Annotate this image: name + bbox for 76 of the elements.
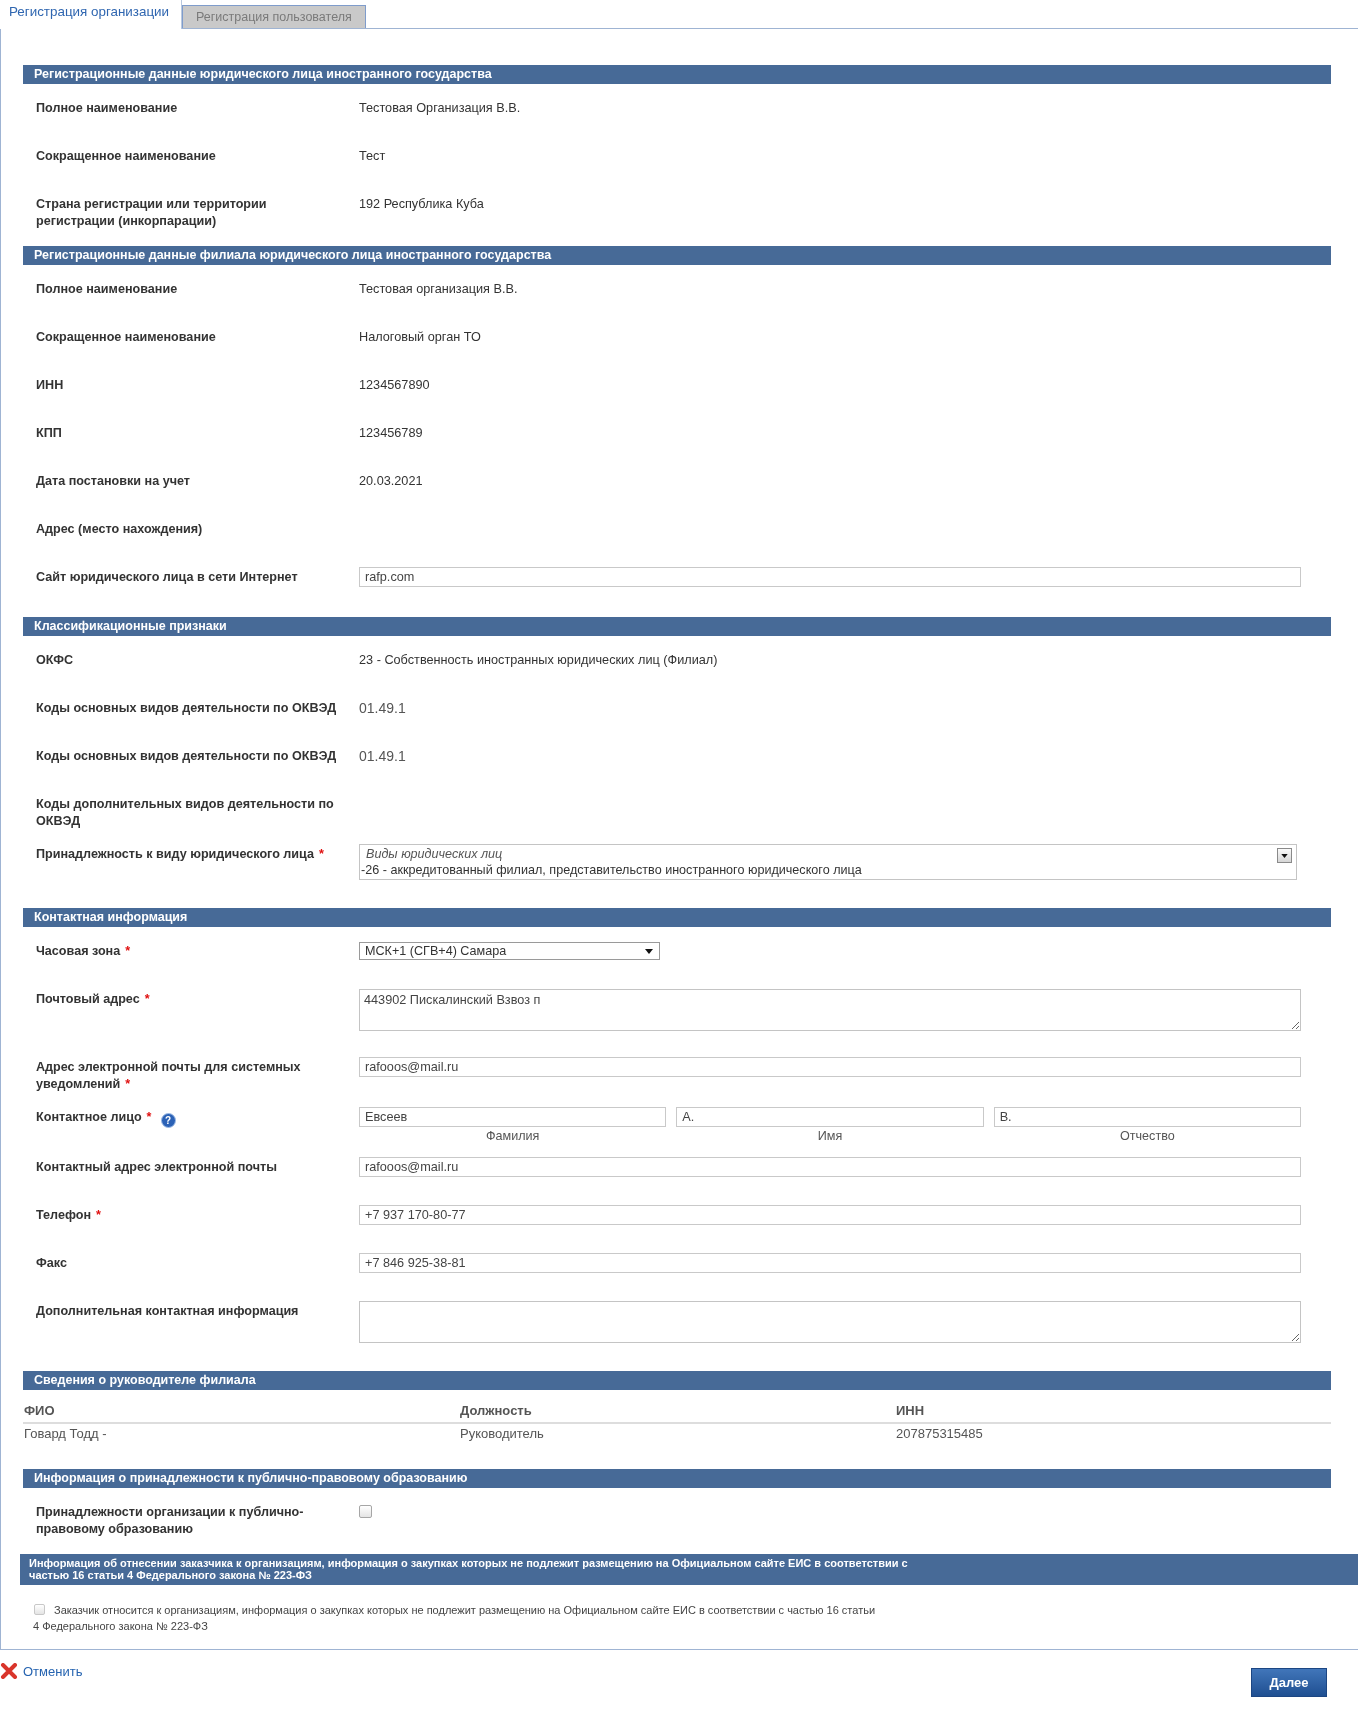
field-label: Почтовый адрес * (36, 992, 150, 1006)
help-icon[interactable]: ? (160, 1113, 176, 1128)
selected-option[interactable]: -26 - аккредитованный филиал, представительство иностранного юридического лица (361, 862, 862, 878)
checkbox-option[interactable]: Заказчик относится к организациям, информация о закупках которых не подлежит размещению на Официальном сайте ЕИС в соответствии с частью 16 статьи 4 Федерального закона № 223-ФЗ (33, 1602, 882, 1634)
field-caption: Фамилия (485, 1129, 540, 1143)
field-label: КПП (36, 426, 62, 440)
field-value: Тестовая организация В.В. (359, 281, 519, 298)
field-label: Сокращенное наименование (36, 149, 216, 163)
tab[interactable]: Регистрация организации (0, 0, 183, 29)
input-field[interactable]: В. (993, 1107, 1301, 1127)
input-field[interactable]: А. (676, 1107, 984, 1127)
field-label: ОКФС (36, 653, 74, 667)
field-label: Принадлежности организации к публично-правовому образованию (36, 1505, 304, 1536)
field-value: 192 Республика Куба (359, 196, 485, 213)
field-label: Часовая зона * (36, 944, 131, 958)
cancel-link[interactable]: Отменить (0, 1663, 83, 1679)
field-value: 123456789 (359, 425, 424, 442)
field-label: Контактное лицо * (36, 1110, 152, 1124)
select-title: Виды юридических лиц (365, 846, 503, 862)
field-label: Коды основных видов деятельности по ОКВЭД (36, 749, 337, 763)
dropdown[interactable]: МСК+1 (СГВ+4) Самара (359, 942, 660, 960)
field-label: Дата постановки на учет (36, 474, 190, 488)
field-value: 1234567890 (359, 377, 431, 394)
input-field[interactable]: +7 937 170-80-77 (359, 1205, 1301, 1225)
next-button[interactable]: Далее (1251, 1668, 1327, 1697)
section-header: Контактная информация (23, 908, 1331, 927)
input-field[interactable]: rafp.com (359, 567, 1301, 587)
dropdown-button[interactable] (1277, 848, 1292, 863)
field-value: Тест (359, 148, 387, 165)
checkbox[interactable] (359, 1505, 372, 1518)
field-label: Факс (36, 1256, 67, 1270)
multi-select-field[interactable]: Виды юридических лиц -26 - аккредитованный филиал, представительство иностранного юридического лица (359, 844, 1297, 880)
field-label: Телефон * (36, 1208, 101, 1222)
field-label: Принадлежность к виду юридического лица * (36, 847, 324, 861)
text-area[interactable] (359, 1301, 1301, 1343)
field-label: Полное наименование (36, 101, 178, 115)
table-cell-text: Руководитель (459, 1425, 545, 1443)
field-label: Коды основных видов деятельности по ОКВЭД (36, 701, 337, 715)
input-field[interactable]: Евсеев (359, 1107, 667, 1127)
section-header: Сведения о руководителе филиала (23, 1371, 1331, 1390)
input-field[interactable]: rafooos@mail.ru (359, 1057, 1301, 1077)
section-header: Регистрационные данные юридического лица иностранного государства (23, 65, 1331, 84)
caret-icon (1281, 853, 1288, 858)
section-header: Информация о принадлежности к публично-правовому образованию (23, 1469, 1331, 1488)
table-cell-text: Говард Тодд - (23, 1425, 108, 1443)
column-header: ФИО (23, 1397, 459, 1424)
column-header: ИНН (895, 1397, 1331, 1424)
field-label: Адрес электронной почты для системных уведомлений * (36, 1060, 301, 1091)
input-field[interactable]: +7 846 925-38-81 (359, 1253, 1301, 1273)
field-label: Дополнительная контактная информация (36, 1304, 299, 1318)
text-area[interactable]: 443902 Пискалинский Взвоз п (359, 989, 1301, 1031)
column-header: Должность (459, 1397, 895, 1424)
field-label: Коды дополнительных видов деятельности по ОКВЭД (36, 797, 334, 828)
field-label: ИНН (36, 378, 64, 392)
caret-icon (645, 948, 653, 954)
input-field[interactable]: rafooos@mail.ru (359, 1157, 1301, 1177)
section-header: Классификационные признаки (23, 617, 1331, 636)
field-value: 01.49.1 (359, 748, 407, 765)
table-cell-text: 207875315485 (895, 1425, 984, 1443)
section-header: Информация об отнесении заказчика к организациям, информация о закупках которых не подлежит размещению на Официальном сайте ЕИС в соответствии с частью 16 статьи 4 Федерального закона № 223-ФЗ (20, 1554, 1358, 1585)
field-label: Страна регистрации или территории регистрации (инкорпарации) (36, 197, 267, 228)
field-value: Налоговый орган ТО (359, 329, 482, 346)
field-caption: Имя (817, 1129, 843, 1143)
field-label: Сайт юридического лица в сети Интернет (36, 570, 298, 584)
field-label: Контактный адрес электронной почты (36, 1160, 277, 1174)
checkbox[interactable] (34, 1604, 45, 1615)
field-label: Сокращенное наименование (36, 330, 216, 344)
field-value: 20.03.2021 (359, 473, 424, 490)
section-header: Регистрационные данные филиала юридического лица иностранного государства (23, 246, 1331, 265)
field-caption: Отчество (1119, 1129, 1175, 1143)
field-value: Тестовая Организация В.В. (359, 100, 522, 117)
field-label: Адрес (место нахождения) (36, 522, 203, 536)
cross-icon (0, 1663, 18, 1679)
field-value: 01.49.1 (359, 700, 407, 717)
field-label: Полное наименование (36, 282, 178, 296)
field-value: 23 - Собственность иностранных юридических лиц (Филиал) (359, 652, 719, 669)
